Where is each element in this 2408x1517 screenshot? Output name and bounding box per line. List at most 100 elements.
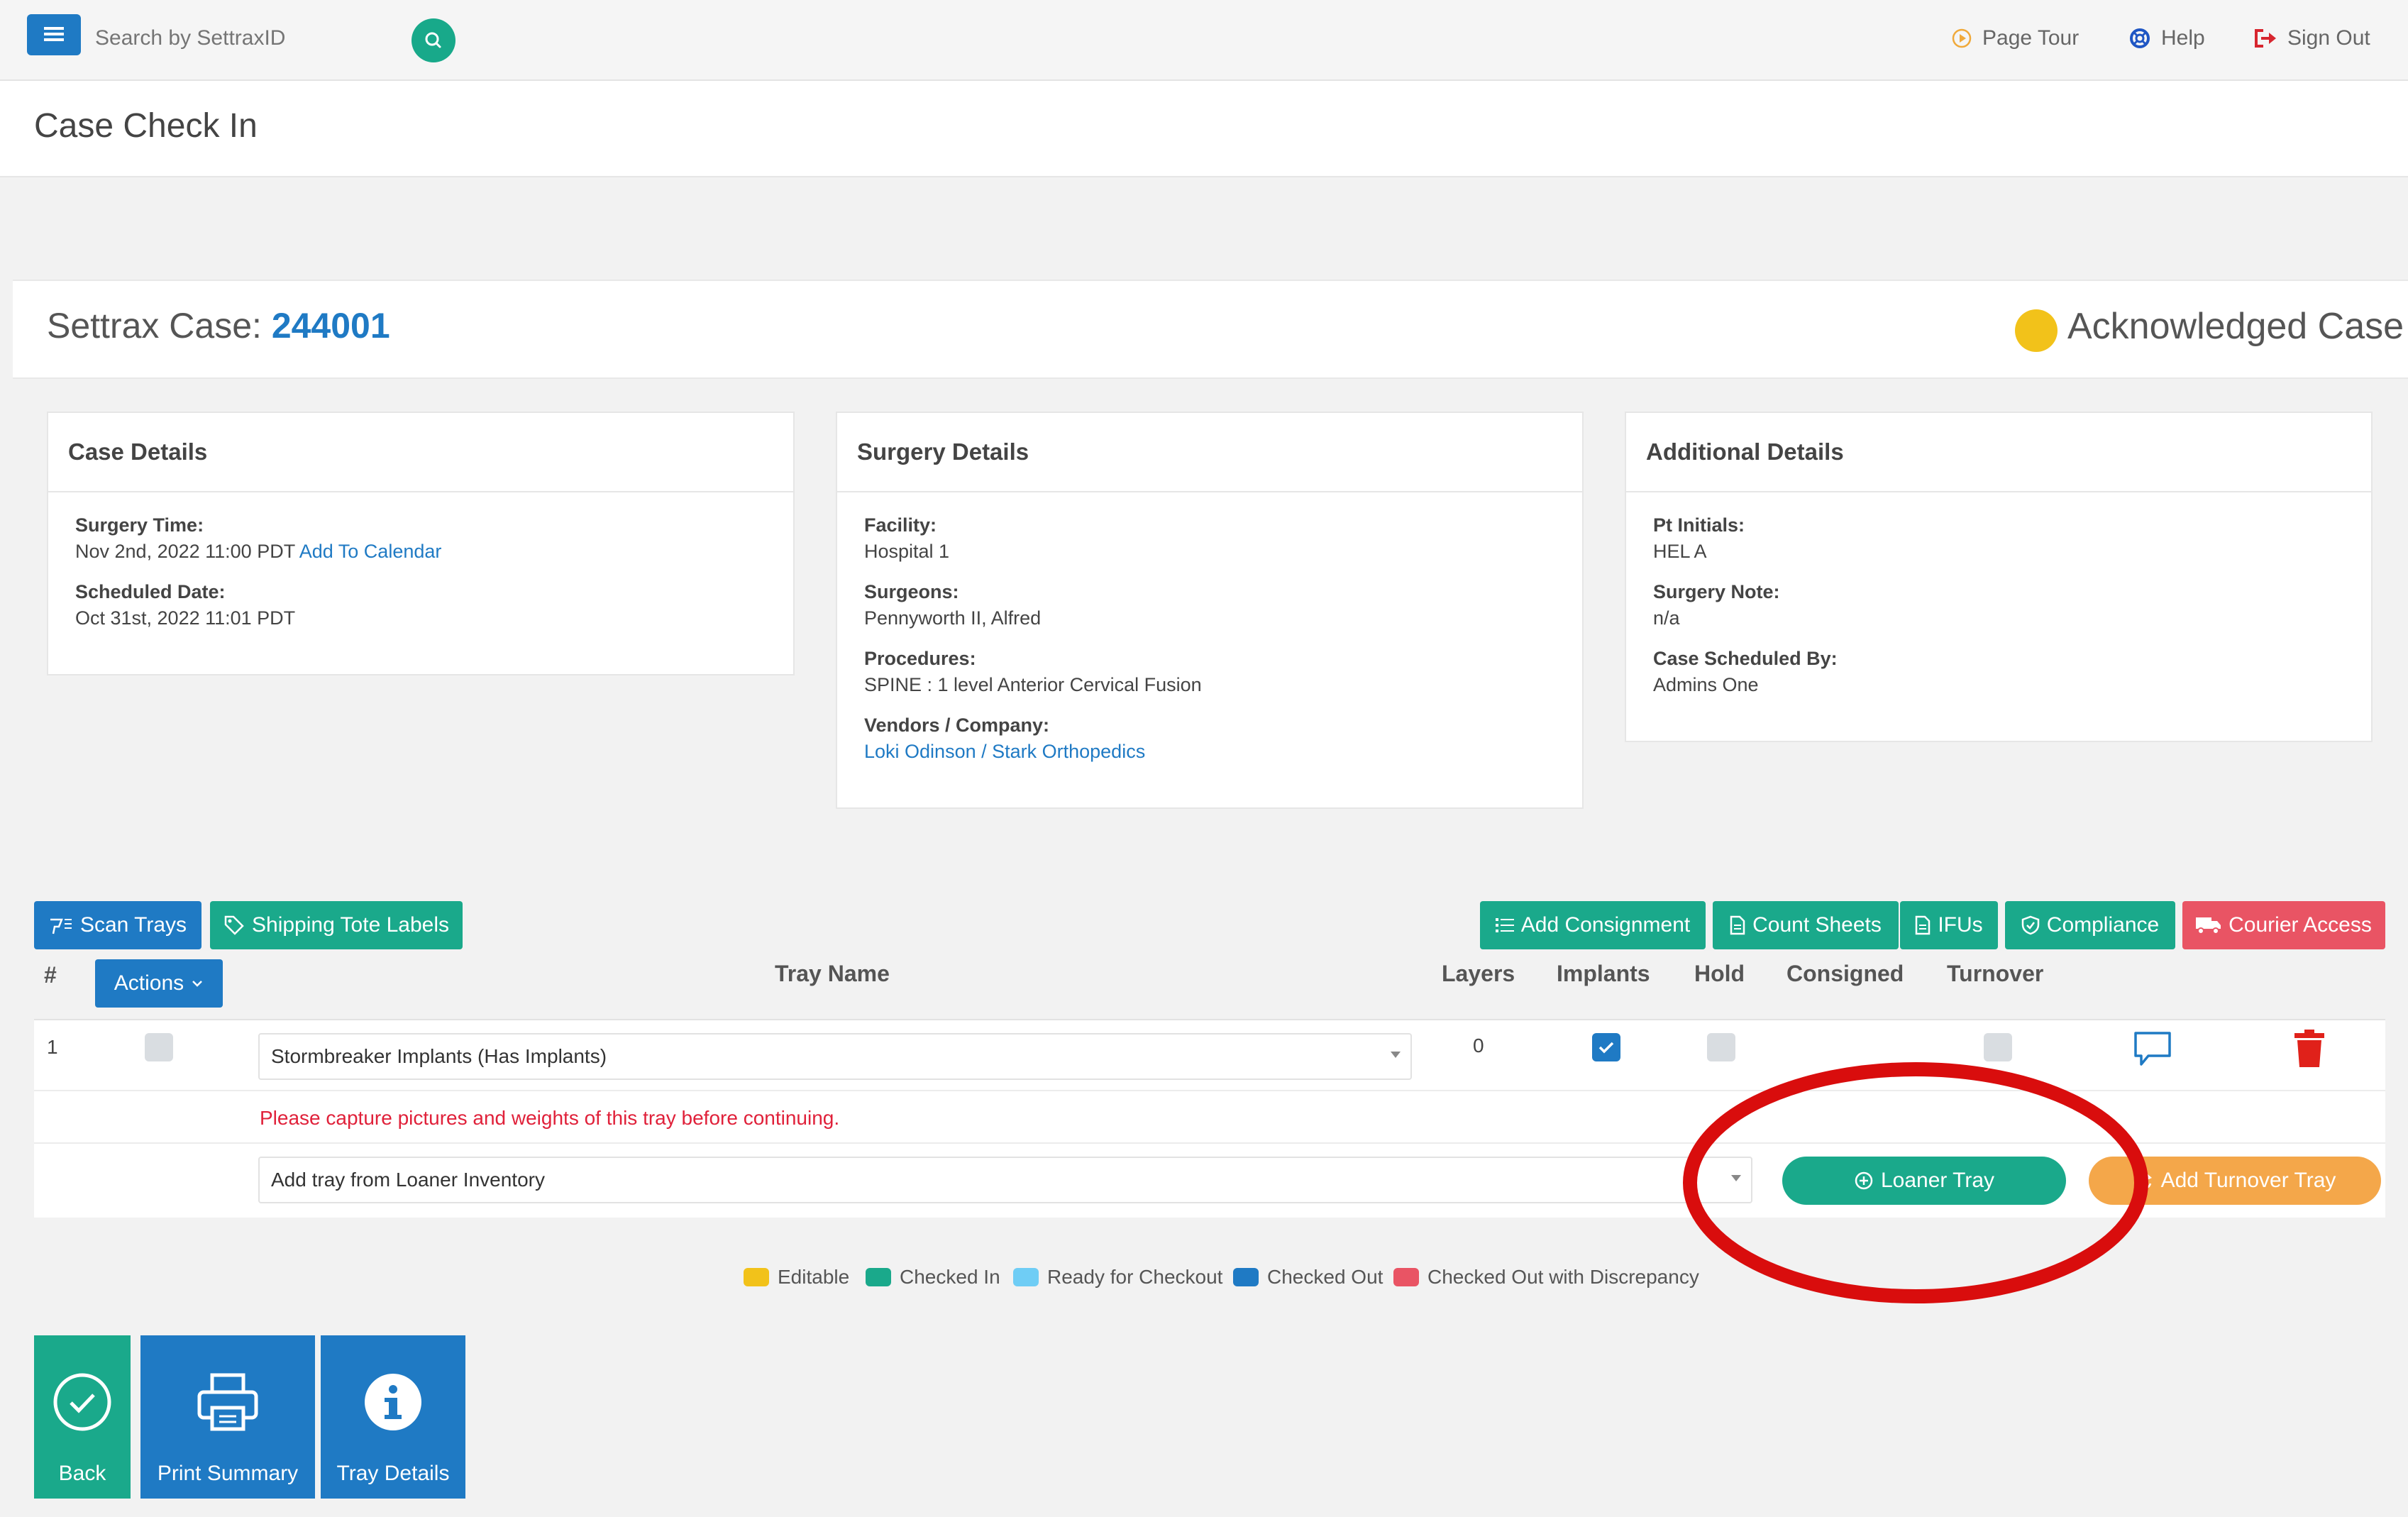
surgery-details-card: Surgery Details Facility: Hospital 1 Sur… xyxy=(836,412,1584,809)
search-icon xyxy=(425,32,441,48)
legend-label: Ready for Checkout xyxy=(1047,1266,1223,1288)
facility-value: Hospital 1 xyxy=(864,541,950,562)
row-number: 1 xyxy=(47,1036,58,1058)
surgery-time-value: Nov 2nd, 2022 11:00 PDT xyxy=(75,541,295,562)
surgery-details-title: Surgery Details xyxy=(857,438,1029,465)
surgeons-label: Surgeons: xyxy=(864,581,959,602)
courier-access-button[interactable]: Courier Access xyxy=(2182,901,2385,949)
pt-initials-value: HEL A xyxy=(1653,541,1707,562)
search-button[interactable] xyxy=(412,18,455,62)
scheduled-by-value: Admins One xyxy=(1653,674,1759,695)
info-circle-icon xyxy=(365,1374,421,1430)
compliance-label: Compliance xyxy=(2046,913,2160,937)
loaner-inventory-select[interactable]: Add tray from Loaner Inventory xyxy=(258,1157,1752,1203)
tray-name-value: Stormbreaker Implants (Has Implants) xyxy=(271,1045,607,1067)
implants-checkbox[interactable] xyxy=(1592,1033,1620,1061)
back-button[interactable]: Back xyxy=(34,1335,131,1499)
case-details-title: Case Details xyxy=(68,438,208,465)
page-title-band xyxy=(0,81,2408,177)
menu-icon xyxy=(44,27,64,41)
hamburger-menu-button[interactable] xyxy=(27,14,81,55)
case-id: 244001 xyxy=(271,306,390,346)
document-icon xyxy=(1916,915,1931,935)
surgery-time-field: Surgery Time: Nov 2nd, 2022 11:00 PDT Ad… xyxy=(75,512,441,565)
case-title: Settrax Case: 244001 xyxy=(47,305,390,346)
row-select-checkbox[interactable] xyxy=(145,1033,173,1061)
scheduled-date-value: Oct 31st, 2022 11:01 PDT xyxy=(75,607,296,629)
count-sheets-label: Count Sheets xyxy=(1752,913,1882,937)
surgery-note-label: Surgery Note: xyxy=(1653,581,1780,602)
page-tour-label: Page Tour xyxy=(1982,26,2080,50)
case-status-indicator xyxy=(2015,309,2058,352)
page-title: Case Check In xyxy=(34,107,258,145)
sign-out-link[interactable]: Sign Out xyxy=(2253,21,2370,55)
legend-swatch xyxy=(866,1268,891,1286)
add-consignment-label: Add Consignment xyxy=(1520,913,1691,937)
facility-field: Facility: Hospital 1 xyxy=(864,512,949,565)
case-title-prefix: Settrax Case: xyxy=(47,306,262,346)
shipping-tote-labels-label: Shipping Tote Labels xyxy=(252,913,449,937)
legend-label: Editable xyxy=(778,1266,850,1288)
add-to-calendar-link[interactable]: Add To Calendar xyxy=(299,541,442,562)
printer-icon xyxy=(197,1373,258,1431)
case-status-label: Acknowledged Case xyxy=(2067,306,2404,347)
vendors-label: Vendors / Company: xyxy=(864,715,1050,736)
column-header-tray-name: Tray Name xyxy=(775,961,890,986)
vendors-field: Vendors / Company: Loki Odinson / Stark … xyxy=(864,712,1145,765)
additional-details-title: Additional Details xyxy=(1646,438,1844,465)
settrax-id-search-input[interactable] xyxy=(95,17,393,60)
help-label: Help xyxy=(2161,26,2205,50)
tray-name-select[interactable]: Stormbreaker Implants (Has Implants) xyxy=(258,1033,1412,1080)
page-tour-link[interactable]: Page Tour xyxy=(1951,21,2079,55)
scan-trays-label: Scan Trays xyxy=(79,913,187,937)
card-divider xyxy=(837,491,1582,492)
compliance-button[interactable]: Compliance xyxy=(2005,901,2175,949)
hold-checkbox[interactable] xyxy=(1707,1033,1735,1061)
additional-details-card: Additional Details Pt Initials: HEL A Su… xyxy=(1625,412,2373,742)
actions-dropdown-button[interactable]: Actions xyxy=(95,959,223,1008)
turnover-checkbox[interactable] xyxy=(1984,1033,2012,1061)
pt-initials-label: Pt Initials: xyxy=(1653,514,1745,536)
legend-swatch xyxy=(1233,1268,1259,1286)
checkmark-icon xyxy=(1598,1042,1614,1054)
capture-warning-text: Please capture pictures and weights of t… xyxy=(260,1107,840,1129)
ifus-button[interactable]: IFUs xyxy=(1900,901,1998,949)
shield-icon xyxy=(2021,915,2040,935)
play-circle-icon xyxy=(1952,28,1972,48)
loaner-inventory-placeholder: Add tray from Loaner Inventory xyxy=(271,1169,545,1191)
procedures-label: Procedures: xyxy=(864,648,976,669)
check-circle-icon xyxy=(53,1373,111,1431)
help-link[interactable]: Help xyxy=(2128,21,2205,55)
count-sheets-button[interactable]: Count Sheets xyxy=(1713,901,1899,949)
legend-label: Checked Out with Discrepancy xyxy=(1427,1266,1699,1288)
vendors-link[interactable]: Loki Odinson / Stark Orthopedics xyxy=(864,741,1145,762)
delete-tray-button[interactable] xyxy=(2292,1029,2327,1072)
procedures-field: Procedures: SPINE : 1 level Anterior Cer… xyxy=(864,646,1202,698)
column-header-layers: Layers xyxy=(1442,961,1515,986)
card-divider xyxy=(1626,491,2371,492)
add-turnover-tray-label: Add Turnover Tray xyxy=(2160,1169,2336,1192)
scheduled-by-label: Case Scheduled By: xyxy=(1653,648,1838,669)
legend-label: Checked In xyxy=(900,1266,1000,1288)
scheduled-by-field: Case Scheduled By: Admins One xyxy=(1653,646,1838,698)
ifus-label: IFUs xyxy=(1938,913,1983,937)
annotation-circle xyxy=(1683,1062,2148,1303)
legend-swatch xyxy=(1013,1268,1039,1286)
legend-item-ready-for-checkout: Ready for Checkout xyxy=(1013,1266,1222,1289)
scan-trays-button[interactable]: Scan Trays xyxy=(34,901,201,949)
facility-label: Facility: xyxy=(864,514,937,536)
column-header-implants: Implants xyxy=(1557,961,1650,986)
add-consignment-button[interactable]: Add Consignment xyxy=(1480,901,1706,949)
tray-details-label: Tray Details xyxy=(336,1462,450,1485)
legend-swatch xyxy=(1393,1268,1419,1286)
pt-initials-field: Pt Initials: HEL A xyxy=(1653,512,1745,565)
print-summary-button[interactable]: Print Summary xyxy=(140,1335,315,1499)
lifebuoy-icon xyxy=(2130,28,2150,48)
column-header-turnover: Turnover xyxy=(1947,961,2044,986)
legend-item-checked-in: Checked In xyxy=(866,1266,1000,1289)
truck-icon xyxy=(2196,917,2221,934)
chevron-down-icon xyxy=(192,981,203,987)
shipping-tote-labels-button[interactable]: Shipping Tote Labels xyxy=(210,901,463,949)
legend-item-checked-out: Checked Out xyxy=(1233,1266,1383,1289)
tray-details-button[interactable]: Tray Details xyxy=(321,1335,465,1499)
